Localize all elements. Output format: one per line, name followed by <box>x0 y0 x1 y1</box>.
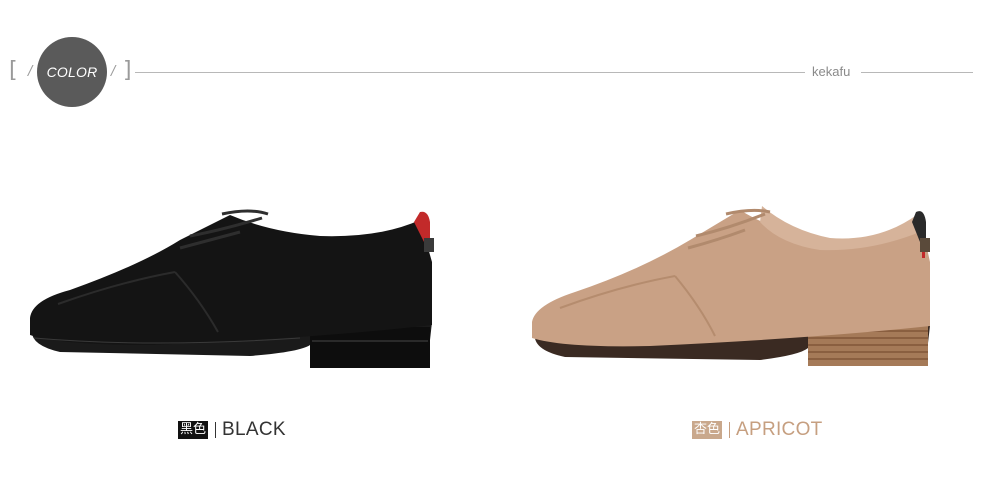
caption-black: 黑色 BLACK <box>178 418 286 442</box>
caption-apricot-cn: 杏色 <box>692 421 723 439</box>
caption-black-cn: 黑色 <box>178 421 209 439</box>
shoe-apricot <box>532 206 930 366</box>
shoe-apricot-image <box>532 206 930 366</box>
caption-apricot-separator <box>729 422 731 438</box>
caption-apricot-en: APRICOT <box>736 419 823 440</box>
caption-apricot: 杏色 APRICOT <box>692 418 823 442</box>
caption-black-en: BLACK <box>222 419 286 440</box>
caption-black-separator <box>215 422 217 438</box>
